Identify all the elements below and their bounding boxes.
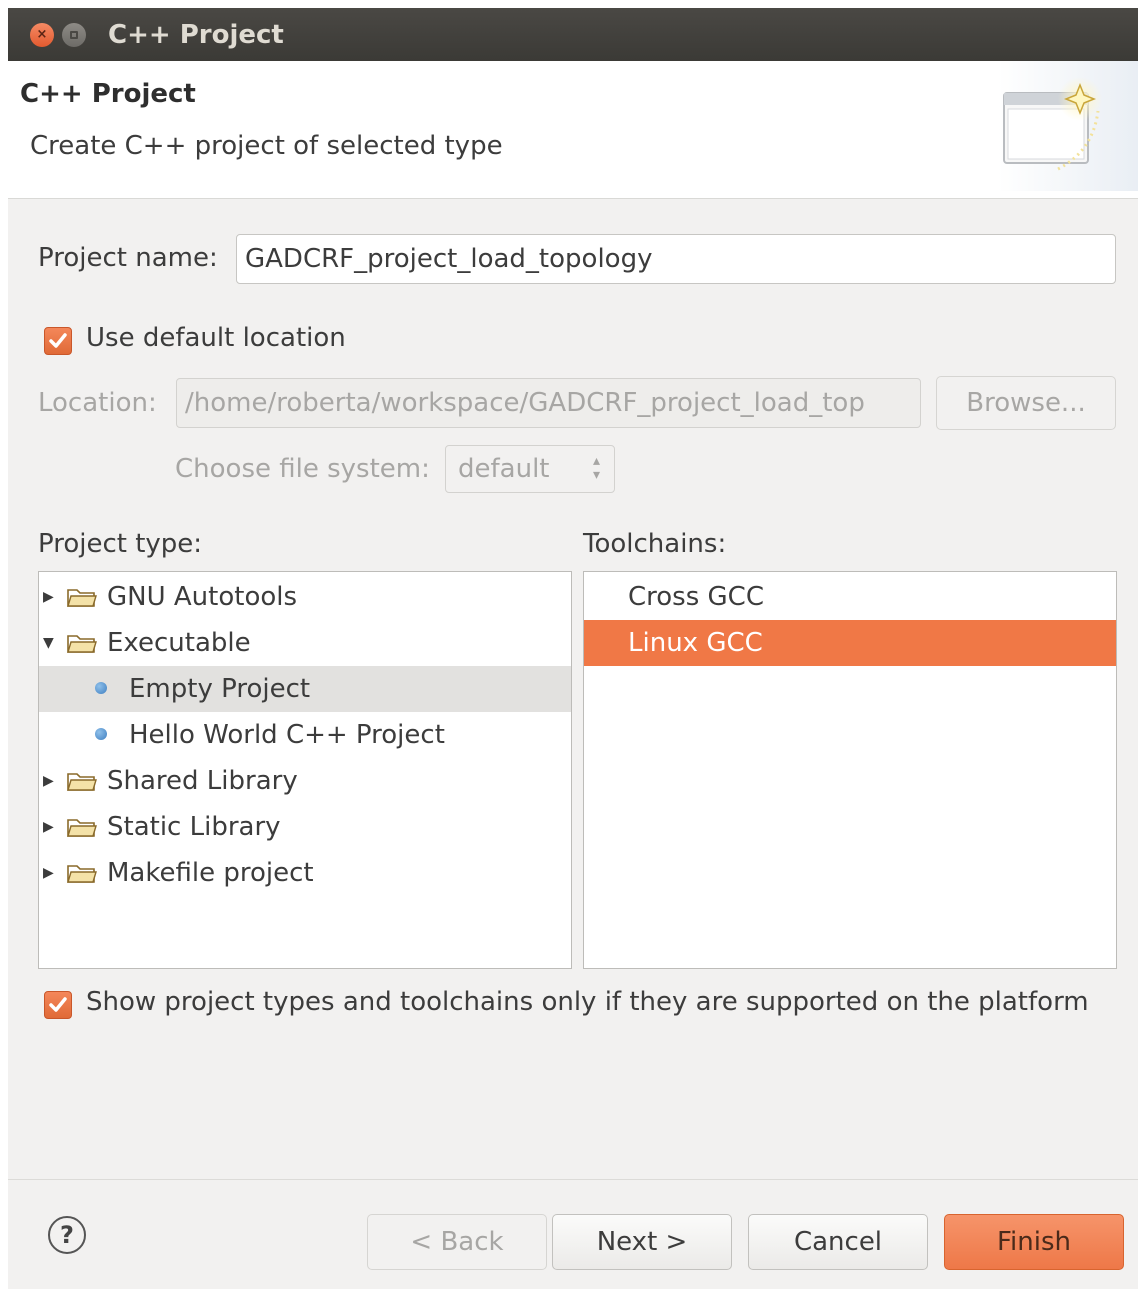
project-template-bullet-icon (95, 682, 107, 694)
tree-item-label: Static Library (107, 812, 281, 842)
help-icon[interactable]: ? (48, 1216, 86, 1254)
tree-item-static-library[interactable]: ▶ Static Library (39, 804, 571, 850)
next-button[interactable]: Next > (552, 1214, 732, 1270)
show-supported-checkbox[interactable] (44, 991, 72, 1019)
close-icon: × (36, 27, 48, 42)
tree-item-label: Makefile project (107, 858, 314, 888)
project-type-label: Project type: (38, 529, 203, 559)
tree-item-label: Hello World C++ Project (129, 720, 445, 750)
folder-icon (67, 773, 97, 791)
toolchain-item-linux-gcc[interactable]: Linux GCC (584, 620, 1116, 666)
expand-arrow-icon[interactable]: ▶ (43, 589, 54, 605)
window-close-button[interactable]: × (30, 22, 54, 47)
back-button[interactable]: < Back (367, 1214, 547, 1270)
location-label: Location: (38, 388, 157, 418)
window-titlebar: × C++ Project (8, 8, 1138, 61)
tree-item-executable[interactable]: ▼ Executable (39, 620, 571, 666)
tree-item-makefile-project[interactable]: ▶ Makefile project (39, 850, 571, 896)
toolchains-list[interactable]: Cross GCC Linux GCC (583, 571, 1117, 969)
expand-arrow-icon[interactable]: ▶ (43, 865, 54, 881)
tree-item-label: Empty Project (129, 674, 311, 704)
folder-icon (67, 865, 97, 883)
minimize-icon (70, 30, 78, 39)
show-supported-label: Show project types and toolchains only i… (86, 987, 1089, 1017)
cancel-button[interactable]: Cancel (748, 1214, 928, 1270)
browse-button[interactable]: Browse... (936, 376, 1116, 430)
file-system-label: Choose file system: (175, 454, 430, 484)
file-system-select[interactable]: default ▴ ▾ (445, 445, 615, 493)
tree-item-label: GNU Autotools (107, 582, 298, 612)
file-system-value: default (458, 454, 550, 484)
tree-item-label: Executable (107, 628, 251, 658)
finish-button[interactable]: Finish (944, 1214, 1124, 1270)
expand-arrow-icon[interactable]: ▶ (43, 773, 54, 789)
wizard-footer: ? < Back Next > Cancel Finish (8, 1179, 1138, 1289)
location-field[interactable]: /home/roberta/workspace/GADCRF_project_l… (176, 378, 921, 428)
project-name-label: Project name: (38, 243, 218, 273)
tree-item-label: Shared Library (107, 766, 298, 796)
toolchain-item-cross-gcc[interactable]: Cross GCC (584, 574, 1116, 620)
use-default-location-checkbox[interactable] (44, 327, 72, 355)
window-title: C++ Project (108, 19, 284, 50)
page-title: C++ Project (20, 79, 196, 109)
checkmark-icon (49, 333, 67, 348)
wizard-body: Project name: GADCRF_project_load_topolo… (8, 199, 1138, 1179)
wizard-header: C++ Project Create C++ project of select… (8, 61, 1138, 199)
folder-icon (67, 819, 97, 837)
use-default-location-label: Use default location (86, 323, 346, 353)
project-name-field[interactable]: GADCRF_project_load_topology (236, 234, 1116, 284)
collapse-arrow-icon[interactable]: ▼ (43, 635, 54, 651)
folder-open-icon (67, 635, 97, 653)
project-template-bullet-icon (95, 728, 107, 740)
project-type-tree[interactable]: ▶ GNU Autotools ▼ Executable Empty Proje… (38, 571, 572, 969)
folder-icon (67, 589, 97, 607)
page-description: Create C++ project of selected type (30, 131, 503, 161)
checkmark-icon (49, 997, 67, 1012)
toolchains-label: Toolchains: (583, 529, 727, 559)
tree-item-hello-world[interactable]: Hello World C++ Project (39, 712, 571, 758)
tree-item-empty-project[interactable]: Empty Project (39, 666, 571, 712)
window-minimize-button[interactable] (62, 22, 86, 47)
expand-arrow-icon[interactable]: ▶ (43, 819, 54, 835)
new-project-wizard-icon (998, 61, 1138, 191)
spinner-arrows-icon: ▴ ▾ (592, 453, 600, 483)
tree-item-shared-library[interactable]: ▶ Shared Library (39, 758, 571, 804)
tree-item-gnu-autotools[interactable]: ▶ GNU Autotools (39, 574, 571, 620)
